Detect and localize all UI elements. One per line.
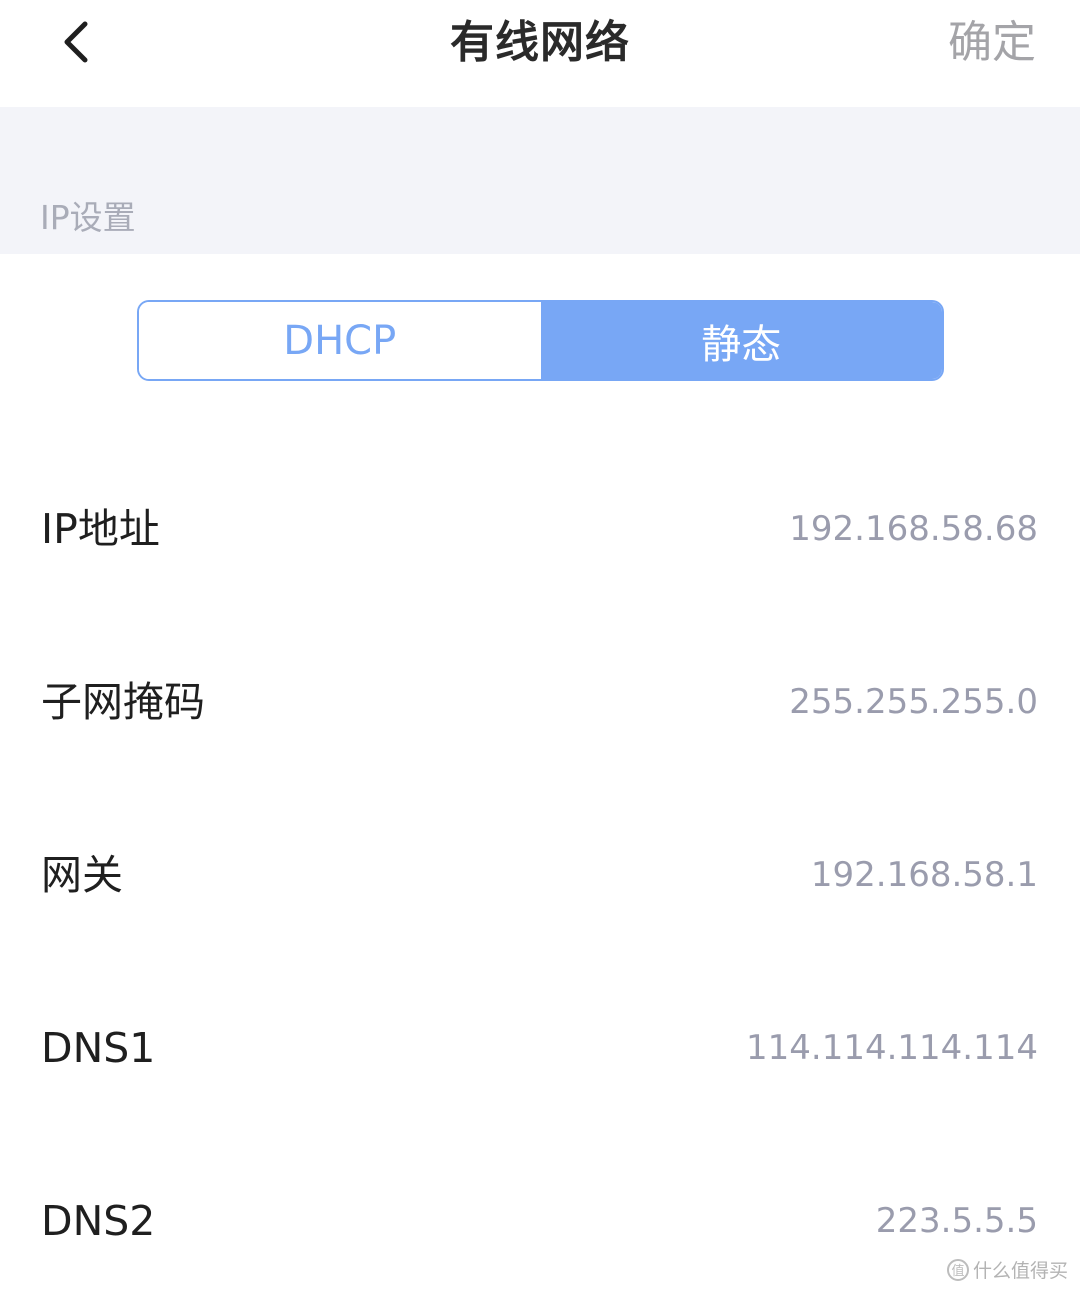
row-label: IP地址	[41, 505, 160, 553]
navigation-bar: 有线网络 确定	[0, 0, 1080, 107]
page-title: 有线网络	[450, 17, 630, 68]
watermark-text: 什么值得买	[972, 1260, 1068, 1282]
subnet-mask-value[interactable]: 255.255.255.0	[789, 616, 1038, 789]
segment-dhcp[interactable]: DHCP	[139, 302, 541, 379]
gateway-row[interactable]: 网关 192.168.58.1	[0, 789, 1080, 962]
row-label: 网关	[41, 851, 123, 899]
ip-address-row[interactable]: IP地址 192.168.58.68	[0, 443, 1080, 616]
segment-static[interactable]: 静态	[540, 302, 942, 379]
confirm-button[interactable]: 确定	[948, 0, 1036, 86]
subnet-mask-row[interactable]: 子网掩码 255.255.255.0	[0, 616, 1080, 789]
watermark-logo-icon: 值	[946, 1258, 969, 1281]
dns1-row[interactable]: DNS1 114.114.114.114	[0, 962, 1080, 1135]
dns1-value[interactable]: 114.114.114.114	[746, 962, 1038, 1135]
dns2-row[interactable]: DNS2 223.5.5.5	[0, 1135, 1080, 1308]
row-label: DNS1	[41, 1024, 156, 1072]
watermark: 值 什么值得买	[946, 1256, 1068, 1283]
gateway-value[interactable]: 192.168.58.1	[811, 789, 1038, 962]
ip-mode-segmented-control: DHCP 静态	[137, 300, 944, 381]
settings-list: IP地址 192.168.58.68 子网掩码 255.255.255.0 网关…	[0, 443, 1080, 1308]
section-header: IP设置	[0, 107, 1080, 254]
row-label: DNS2	[41, 1197, 156, 1245]
ip-address-value[interactable]: 192.168.58.68	[789, 443, 1038, 616]
section-title-ip-settings: IP设置	[40, 198, 136, 237]
row-label: 子网掩码	[41, 678, 205, 726]
